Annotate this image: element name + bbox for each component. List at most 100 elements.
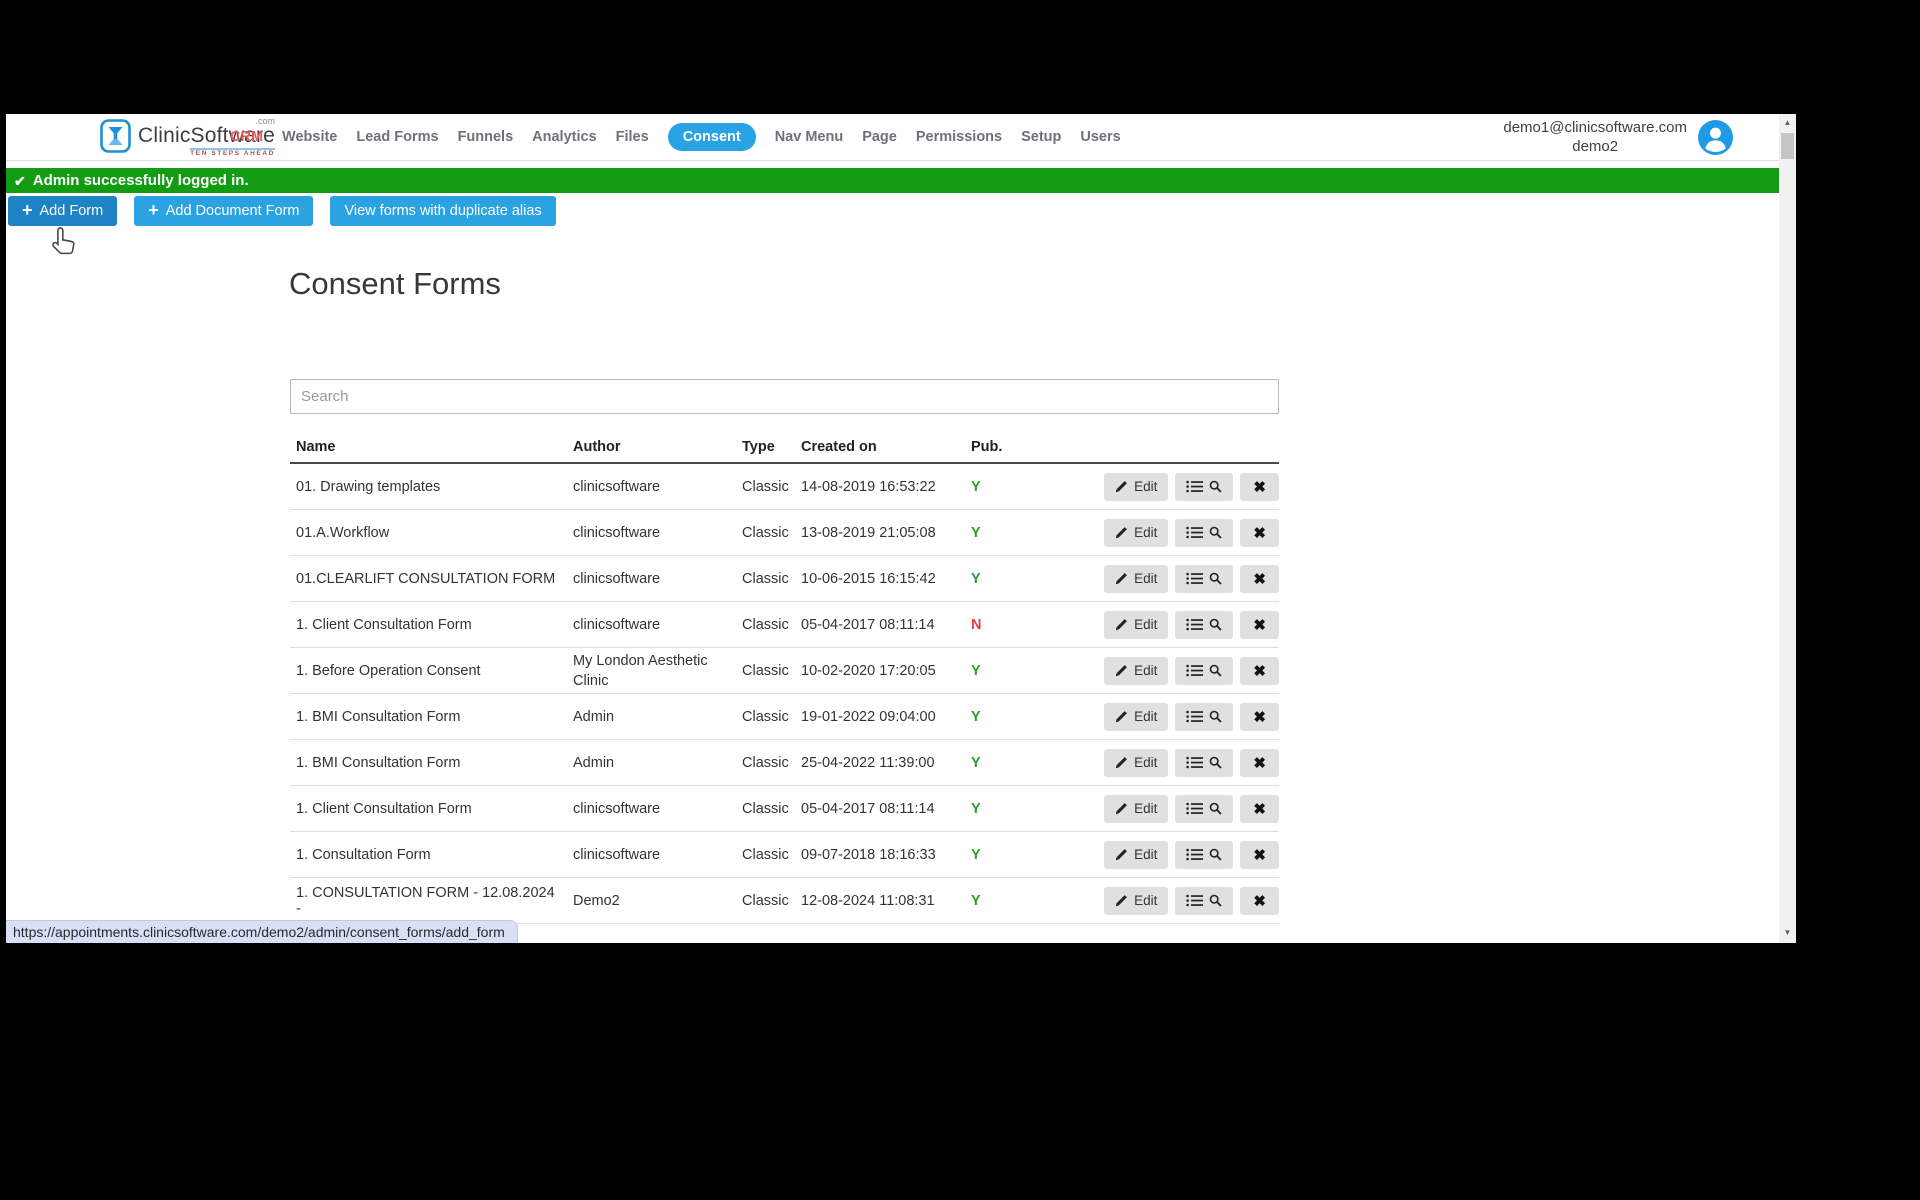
pencil-icon (1115, 664, 1128, 677)
close-icon: ✖ (1253, 524, 1266, 542)
nav-item[interactable]: Funnels (458, 129, 514, 145)
edit-button-label: Edit (1134, 847, 1157, 862)
account-menu[interactable]: demo1@clinicsoftware.com demo2 (1503, 118, 1733, 156)
row-actions: Edit (1081, 703, 1279, 731)
edit-button-label: Edit (1134, 755, 1157, 770)
magnifier-icon (1209, 618, 1222, 631)
edit-button[interactable]: Edit (1104, 795, 1168, 823)
nav-item[interactable]: Nav Menu (775, 129, 844, 145)
edit-button[interactable]: Edit (1104, 473, 1168, 501)
add-form-button[interactable]: + Add Form (8, 196, 117, 226)
cell-type: Classic (742, 755, 801, 771)
cell-pub: Y (971, 755, 1081, 771)
list-icon (1186, 572, 1203, 585)
view-entries-button[interactable] (1175, 749, 1233, 777)
cell-pub: Y (971, 479, 1081, 495)
nav-item[interactable]: Permissions (916, 129, 1002, 145)
table-row: 1. CONSULTATION FORM - 12.08.2024 - Demo… (290, 878, 1279, 924)
delete-button[interactable]: ✖ (1240, 795, 1279, 823)
edit-button[interactable]: Edit (1104, 703, 1168, 731)
view-entries-button[interactable] (1175, 657, 1233, 685)
edit-button-label: Edit (1134, 663, 1157, 678)
edit-button[interactable]: Edit (1104, 841, 1168, 869)
table-row: 1. Consultation Form clinicsoftware Clas… (290, 832, 1279, 878)
edit-button[interactable]: Edit (1104, 749, 1168, 777)
user-avatar-icon[interactable] (1698, 120, 1733, 155)
view-entries-button[interactable] (1175, 519, 1233, 547)
list-icon (1186, 756, 1203, 769)
close-icon: ✖ (1253, 892, 1266, 910)
edit-button[interactable]: Edit (1104, 887, 1168, 915)
add-form-label: Add Form (40, 203, 104, 219)
delete-button[interactable]: ✖ (1240, 657, 1279, 685)
view-entries-button[interactable] (1175, 611, 1233, 639)
edit-button-label: Edit (1134, 709, 1157, 724)
scrollbar-thumb[interactable] (1781, 133, 1794, 159)
delete-button[interactable]: ✖ (1240, 841, 1279, 869)
nav-item[interactable]: Page (862, 129, 897, 145)
list-icon (1186, 802, 1203, 815)
delete-button[interactable]: ✖ (1240, 473, 1279, 501)
nav-item[interactable]: Setup (1021, 129, 1061, 145)
magnifier-icon (1209, 802, 1222, 815)
pencil-icon (1115, 618, 1128, 631)
cell-type: Classic (742, 571, 801, 587)
cell-author: clinicsoftware (573, 477, 742, 497)
delete-button[interactable]: ✖ (1240, 887, 1279, 915)
cell-pub: Y (971, 571, 1081, 587)
cell-author: Admin (573, 753, 742, 773)
edit-button[interactable]: Edit (1104, 657, 1168, 685)
edit-button-label: Edit (1134, 479, 1157, 494)
list-icon (1186, 664, 1203, 677)
edit-button-label: Edit (1134, 617, 1157, 632)
cell-created-on: 05-04-2017 08:11:14 (801, 801, 971, 817)
table-header-row: Name Author Type Created on Pub. (290, 432, 1279, 464)
page-title: Consent Forms (289, 266, 501, 302)
cell-form-name: 01.CLEARLIFT CONSULTATION FORM (290, 571, 573, 587)
vertical-scrollbar[interactable]: ▲ ▼ (1779, 114, 1796, 943)
header-name: Name (290, 439, 573, 455)
view-entries-button[interactable] (1175, 795, 1233, 823)
nav-item[interactable]: CRM (230, 129, 263, 145)
delete-button[interactable]: ✖ (1240, 565, 1279, 593)
browser-viewport: ClinicSoftware .com TEN STEPS AHEAD CRM … (6, 114, 1796, 943)
view-entries-button[interactable] (1175, 473, 1233, 501)
cell-created-on: 10-02-2020 17:20:05 (801, 663, 971, 679)
scroll-down-arrow-icon[interactable]: ▼ (1779, 928, 1796, 937)
delete-button[interactable]: ✖ (1240, 519, 1279, 547)
nav-item[interactable]: Website (282, 129, 337, 145)
cell-form-name: 1. BMI Consultation Form (290, 709, 573, 725)
view-entries-button[interactable] (1175, 841, 1233, 869)
delete-button[interactable]: ✖ (1240, 749, 1279, 777)
nav-item[interactable]: Users (1080, 129, 1120, 145)
row-actions: Edit (1081, 565, 1279, 593)
nav-item[interactable]: Lead Forms (356, 129, 438, 145)
cell-form-name: 1. BMI Consultation Form (290, 755, 573, 771)
table-row: 01.A.Workflow clinicsoftware Classic 13-… (290, 510, 1279, 556)
add-document-form-button[interactable]: + Add Document Form (134, 196, 313, 226)
search-input[interactable] (290, 379, 1279, 414)
edit-button[interactable]: Edit (1104, 519, 1168, 547)
pencil-icon (1115, 480, 1128, 493)
delete-button[interactable]: ✖ (1240, 703, 1279, 731)
view-entries-button[interactable] (1175, 887, 1233, 915)
list-icon (1186, 480, 1203, 493)
cell-type: Classic (742, 663, 801, 679)
nav-item[interactable]: Consent (668, 123, 756, 151)
pencil-icon (1115, 894, 1128, 907)
cell-created-on: 19-01-2022 09:04:00 (801, 709, 971, 725)
edit-button[interactable]: Edit (1104, 565, 1168, 593)
nav-item[interactable]: Analytics (532, 129, 596, 145)
scroll-up-arrow-icon[interactable]: ▲ (1779, 118, 1796, 127)
view-entries-button[interactable] (1175, 565, 1233, 593)
pencil-icon (1115, 710, 1128, 723)
list-icon (1186, 710, 1203, 723)
magnifier-icon (1209, 480, 1222, 493)
delete-button[interactable]: ✖ (1240, 611, 1279, 639)
view-duplicate-alias-button[interactable]: View forms with duplicate alias (330, 196, 555, 226)
nav-item[interactable]: Files (616, 129, 649, 145)
edit-button[interactable]: Edit (1104, 611, 1168, 639)
row-actions: Edit (1081, 473, 1279, 501)
cell-author: clinicsoftware (573, 845, 742, 865)
view-entries-button[interactable] (1175, 703, 1233, 731)
